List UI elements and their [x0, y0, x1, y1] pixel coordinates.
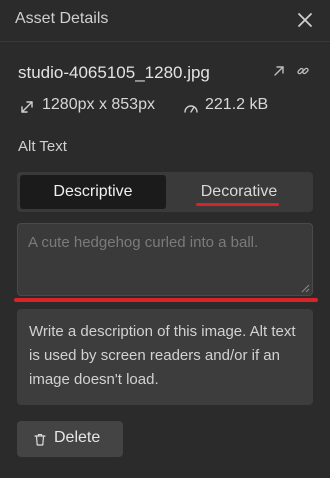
- trash-icon: [34, 433, 46, 446]
- panel-title: Asset Details: [15, 10, 109, 27]
- asset-meta-row: 1280px x 853px 221.2 kB: [18, 96, 314, 118]
- delete-button[interactable]: Delete: [17, 421, 123, 457]
- file-name: studio-4065105_1280.jpg: [18, 63, 210, 82]
- file-name-row: studio-4065105_1280.jpg: [18, 62, 314, 86]
- link-icon[interactable]: [296, 64, 310, 78]
- alt-text-input[interactable]: [17, 223, 313, 296]
- tab-descriptive[interactable]: Descriptive: [20, 175, 166, 209]
- resize-grip-icon[interactable]: [301, 284, 310, 293]
- annotation-underline-textarea: [14, 298, 318, 302]
- alt-text-hint: Write a description of this image. Alt t…: [17, 309, 313, 405]
- open-in-new-icon[interactable]: [272, 64, 286, 78]
- dimensions-icon: [21, 101, 33, 113]
- gauge-icon: [184, 105, 198, 113]
- delete-label: Delete: [54, 429, 101, 446]
- file-size: 221.2 kB: [205, 96, 269, 113]
- asset-details-panel: Asset Details studio-4065105_1280.jpg 12…: [0, 0, 330, 478]
- panel-header: Asset Details: [0, 0, 330, 42]
- alt-text-label: Alt Text: [18, 138, 67, 155]
- image-dimensions: 1280px x 853px: [42, 96, 155, 113]
- annotation-underline-decorative: [196, 203, 279, 206]
- close-icon[interactable]: [294, 9, 316, 31]
- alt-text-mode-toggle: Descriptive Decorative: [17, 172, 313, 212]
